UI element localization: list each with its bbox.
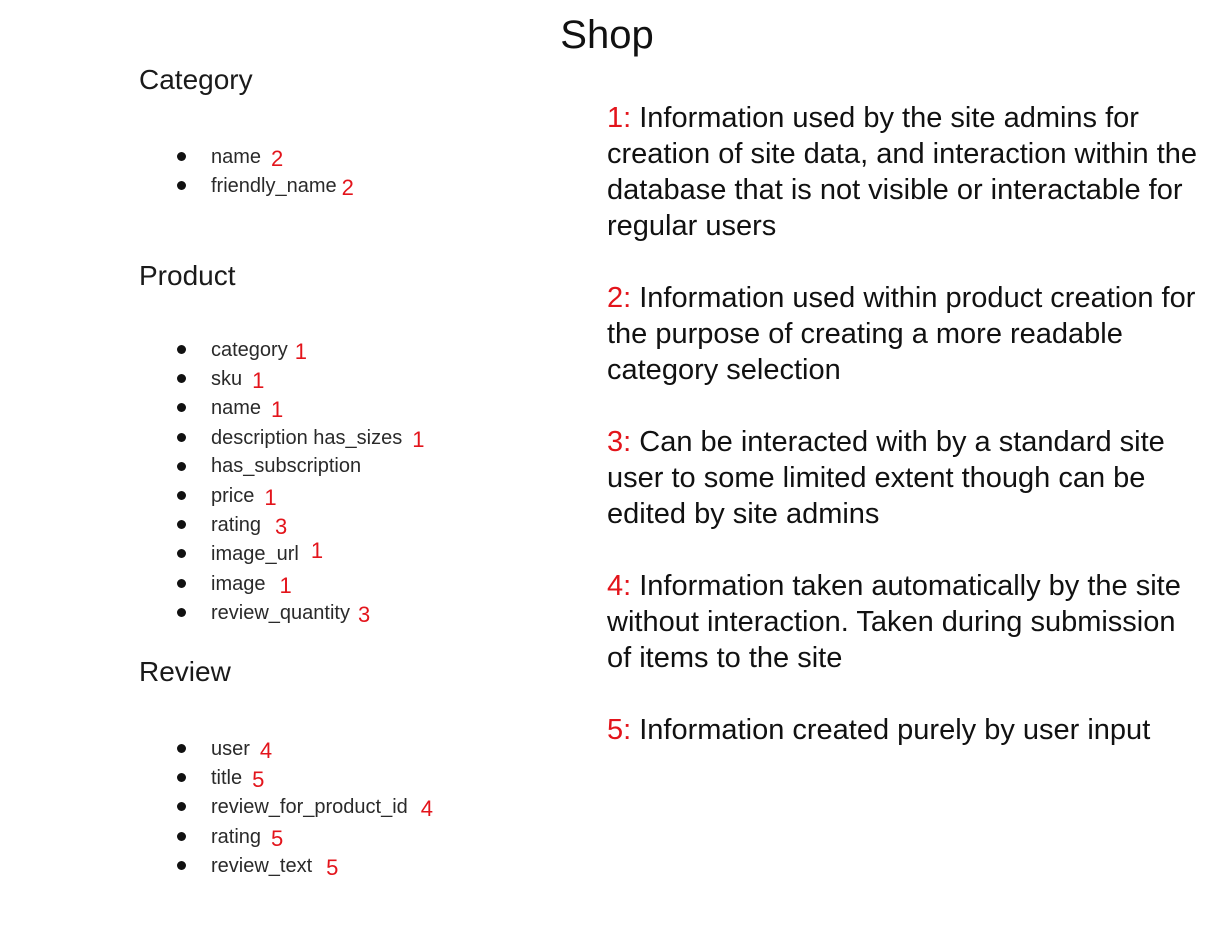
category-tag: 1 (294, 339, 307, 364)
legend-key: 3: (607, 426, 632, 458)
category-tag: 5 (271, 825, 284, 851)
bullet-icon (177, 403, 186, 413)
bullet-icon (177, 802, 186, 812)
bullet-icon (177, 831, 186, 841)
field-name: image (211, 572, 266, 595)
legend-key: 5: (607, 714, 632, 746)
field-name: review_quantity (211, 601, 350, 624)
field-name: name (211, 397, 262, 420)
category-tag: 1 (252, 368, 265, 394)
category-tag: 1 (310, 538, 324, 564)
legend-item-3: 3: Can be interacted with by a standard … (607, 424, 1207, 532)
category-tag: 5 (252, 767, 265, 793)
bullet-icon (177, 578, 186, 588)
legend-item-2: 2: Information used within product creat… (607, 280, 1207, 388)
category-tag: 2 (271, 146, 284, 171)
category-tag: 3 (357, 601, 371, 627)
field-name: title (211, 767, 243, 790)
field-name: review_for_product_id (211, 796, 408, 819)
page-title: Shop (560, 13, 654, 57)
legend-text: Can be interacted with by a standard sit… (607, 426, 1165, 530)
category-tag: 1 (271, 397, 284, 423)
legend-text: Information taken automatically by the s… (607, 570, 1181, 674)
field-name: user (211, 738, 250, 760)
field-name: name (211, 146, 262, 168)
bullet-icon (177, 432, 186, 442)
field-name: category (211, 339, 288, 361)
legend-text: Information created purely by user input (639, 714, 1151, 746)
field-name: rating (211, 825, 262, 848)
bullet-icon (177, 490, 186, 500)
legend: 1: Information used by the site admins f… (607, 100, 1207, 784)
bullet-icon (177, 607, 186, 617)
category-tag: 4 (420, 796, 434, 822)
field-name: description has_sizes (211, 426, 403, 449)
legend-text: Information used within product creation… (607, 282, 1196, 386)
legend-item-4: 4: Information taken automatically by th… (607, 568, 1207, 676)
category-tag: 1 (264, 484, 277, 510)
bullet-icon (177, 860, 186, 870)
category-tag: 4 (259, 738, 273, 763)
field-name: review_text (211, 854, 313, 877)
bullet-icon (177, 520, 186, 530)
section-heading-review: Review (139, 656, 231, 687)
field-name: friendly_name (211, 175, 337, 198)
legend-key: 1: (607, 102, 632, 134)
bullet-icon (177, 773, 186, 783)
bullet-icon (177, 549, 186, 559)
field-name: sku (211, 368, 243, 391)
bullet-icon (177, 374, 186, 384)
bullet-icon (177, 152, 186, 161)
category-tag: 1 (279, 572, 292, 598)
category-tag: 5 (326, 854, 339, 880)
legend-item-1: 1: Information used by the site admins f… (607, 100, 1207, 244)
bullet-icon (177, 181, 186, 191)
legend-key: 2: (607, 282, 632, 314)
category-tag: 2 (341, 175, 354, 201)
category-tag: 3 (275, 514, 288, 540)
legend-key: 4: (607, 570, 632, 602)
field-name: price (211, 484, 255, 507)
field-name: rating (211, 514, 262, 537)
section-heading-product: Product (139, 260, 236, 291)
field-name: has_subscription (211, 454, 362, 477)
category-tag: 1 (412, 426, 425, 452)
bullet-icon (177, 744, 186, 753)
bullet-icon (177, 461, 186, 471)
section-heading-category: Category (139, 64, 253, 95)
field-name: image_url (211, 543, 299, 566)
legend-text: Information used by the site admins for … (607, 102, 1198, 242)
bullet-icon (177, 345, 186, 354)
legend-item-5: 5: Information created purely by user in… (607, 712, 1207, 748)
